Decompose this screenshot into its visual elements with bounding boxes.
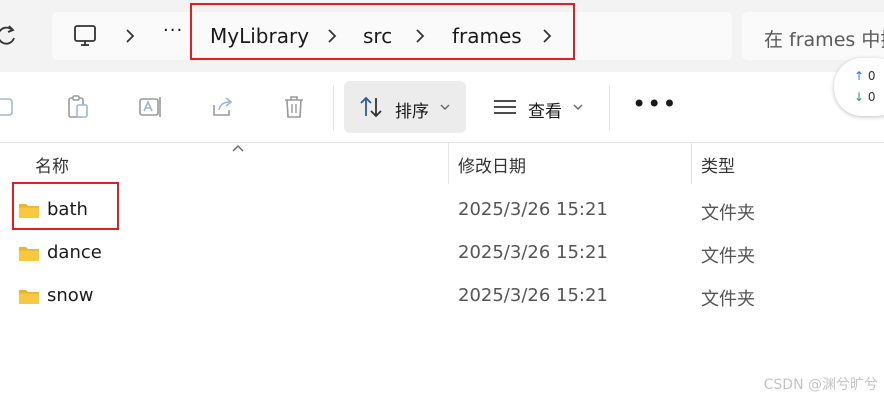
file-modified: 2025/3/26 15:21 bbox=[458, 242, 608, 263]
search-placeholder: 在 frames 中搜 bbox=[764, 29, 884, 51]
sort-button[interactable]: 排序 bbox=[344, 81, 466, 133]
breadcrumb-mylibrary[interactable]: MyLibrary bbox=[210, 24, 309, 48]
column-header-modified[interactable]: 修改日期 bbox=[458, 152, 526, 177]
share-icon[interactable] bbox=[209, 93, 237, 121]
folder-icon bbox=[19, 247, 39, 261]
file-name: snow bbox=[47, 285, 94, 306]
folder-icon bbox=[19, 204, 39, 218]
see-more-button[interactable]: ••• bbox=[632, 90, 677, 118]
sort-ascending-caret-icon bbox=[232, 145, 244, 152]
paste-icon[interactable] bbox=[64, 93, 92, 121]
chevron-right-icon[interactable] bbox=[540, 28, 554, 44]
toolbar-divider bbox=[609, 86, 610, 130]
breadcrumb-frames[interactable]: frames bbox=[452, 24, 522, 48]
sync-up-row: ↑ 0 bbox=[854, 69, 876, 83]
toolbar-divider bbox=[333, 86, 334, 130]
sync-down-row: ↓ 0 bbox=[854, 90, 876, 104]
file-type: 文件夹 bbox=[701, 246, 755, 267]
chevron-right-icon[interactable] bbox=[325, 28, 339, 44]
refresh-icon[interactable] bbox=[0, 22, 18, 48]
file-name: bath bbox=[47, 199, 88, 220]
this-pc-icon[interactable] bbox=[72, 23, 98, 49]
file-row[interactable]: dance 2025/3/26 15:21 文件夹 bbox=[0, 232, 884, 275]
column-resize-handle[interactable] bbox=[448, 142, 449, 184]
address-bar-area: ··· MyLibrary src frames 在 frames 中搜 bbox=[0, 0, 884, 72]
sort-label: 排序 bbox=[395, 102, 429, 122]
file-modified: 2025/3/26 15:21 bbox=[458, 199, 608, 220]
rename-icon[interactable] bbox=[137, 93, 165, 121]
column-header-row: 名称 修改日期 类型 bbox=[0, 142, 884, 184]
breadcrumb-overflow[interactable]: ··· bbox=[163, 20, 183, 41]
breadcrumb-src[interactable]: src bbox=[363, 24, 392, 48]
command-bar: 排序 查看 ••• bbox=[0, 72, 884, 143]
file-row[interactable]: bath 2025/3/26 15:21 文件夹 bbox=[0, 189, 884, 232]
copy-icon[interactable] bbox=[0, 93, 20, 121]
sync-down-count: 0 bbox=[867, 90, 876, 104]
file-name: dance bbox=[47, 242, 102, 263]
arrow-down-icon: ↓ bbox=[854, 90, 865, 104]
view-list-icon bbox=[494, 100, 516, 114]
column-header-type[interactable]: 类型 bbox=[701, 152, 735, 177]
file-modified: 2025/3/26 15:21 bbox=[458, 285, 608, 306]
chevron-down-icon bbox=[440, 104, 450, 110]
column-resize-handle[interactable] bbox=[691, 142, 692, 184]
sync-status-badge[interactable]: ↑ 0 ↓ 0 bbox=[834, 58, 884, 116]
delete-icon[interactable] bbox=[280, 93, 308, 121]
file-type: 文件夹 bbox=[701, 203, 755, 224]
arrow-up-icon: ↑ bbox=[854, 69, 865, 83]
chevron-down-icon bbox=[573, 104, 583, 110]
view-button[interactable]: 查看 bbox=[478, 81, 598, 133]
file-row[interactable]: snow 2025/3/26 15:21 文件夹 bbox=[0, 275, 884, 318]
chevron-right-icon[interactable] bbox=[413, 28, 427, 44]
chevron-right-icon[interactable] bbox=[123, 28, 137, 44]
sort-arrows-icon bbox=[360, 96, 382, 118]
watermark: CSDN @渊兮旷兮 bbox=[763, 377, 878, 393]
column-header-name[interactable]: 名称 bbox=[35, 152, 69, 177]
sync-up-count: 0 bbox=[867, 69, 876, 83]
view-label: 查看 bbox=[528, 102, 562, 122]
file-type: 文件夹 bbox=[701, 289, 755, 310]
search-box[interactable]: 在 frames 中搜 bbox=[742, 12, 884, 60]
folder-icon bbox=[19, 290, 39, 304]
